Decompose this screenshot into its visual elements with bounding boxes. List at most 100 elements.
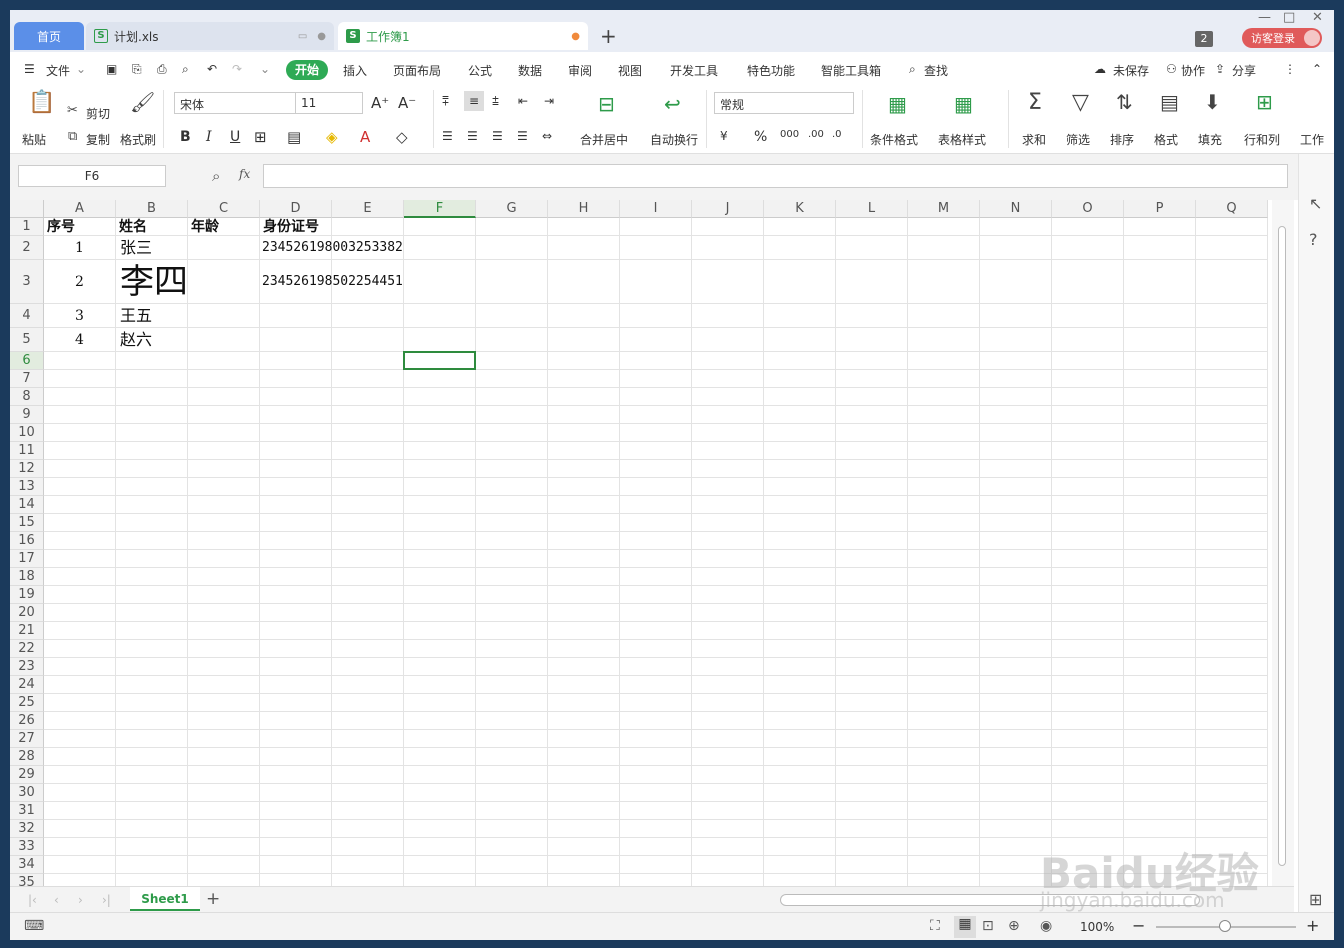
cell-b14[interactable] [116,496,188,514]
cell-q12[interactable] [1196,460,1268,478]
format-button[interactable]: 格式 [1154,131,1178,148]
cell-q2[interactable] [1196,236,1268,260]
cell-j10[interactable] [692,424,764,442]
cell-d33[interactable] [260,838,332,856]
menu-smart-toolbox[interactable]: 智能工具箱 [821,62,881,79]
cell-h6[interactable] [548,352,620,370]
cell-d9[interactable] [260,406,332,424]
cell-i17[interactable] [620,550,692,568]
distribute-icon[interactable]: ⇔ [542,129,552,143]
cell-f15[interactable] [404,514,476,532]
cell-i16[interactable] [620,532,692,550]
cell-b28[interactable] [116,748,188,766]
cell-h11[interactable] [548,442,620,460]
cell-e19[interactable] [332,586,404,604]
cell-b12[interactable] [116,460,188,478]
cell-j14[interactable] [692,496,764,514]
share-button[interactable]: 分享 [1232,62,1256,79]
cell-h20[interactable] [548,604,620,622]
menu-start[interactable]: 开始 [286,60,328,80]
cell-a2[interactable]: 1 [44,236,116,260]
cell-q5[interactable] [1196,328,1268,352]
cell-j19[interactable] [692,586,764,604]
cell-b5[interactable]: 赵六 [116,328,188,352]
cell-m33[interactable] [908,838,980,856]
cell-i19[interactable] [620,586,692,604]
cell-f1[interactable] [404,218,476,236]
cell-f10[interactable] [404,424,476,442]
align-center-icon[interactable]: ☰ [467,129,478,143]
cell-p8[interactable] [1124,388,1196,406]
cell-d19[interactable] [260,586,332,604]
cell-d4[interactable] [260,304,332,328]
cell-k19[interactable] [764,586,836,604]
cell-p22[interactable] [1124,640,1196,658]
cell-m16[interactable] [908,532,980,550]
cell-p12[interactable] [1124,460,1196,478]
cell-i5[interactable] [620,328,692,352]
cell-l34[interactable] [836,856,908,874]
cell-g11[interactable] [476,442,548,460]
column-header-p[interactable]: P [1124,200,1196,218]
row-header-32[interactable]: 32 [10,820,44,838]
cell-e8[interactable] [332,388,404,406]
cell-h5[interactable] [548,328,620,352]
percent-icon[interactable]: % [754,129,767,145]
cell-b10[interactable] [116,424,188,442]
cell-g18[interactable] [476,568,548,586]
cell-m29[interactable] [908,766,980,784]
increase-decimal-icon[interactable]: .00 [808,129,824,140]
cell-c33[interactable] [188,838,260,856]
cell-e11[interactable] [332,442,404,460]
cell-b26[interactable] [116,712,188,730]
cell-a7[interactable] [44,370,116,388]
row-header-13[interactable]: 13 [10,478,44,496]
zoom-formula-icon[interactable]: ⌕ [212,167,220,185]
cell-g20[interactable] [476,604,548,622]
sheet-prev-icon[interactable]: ‹ [54,893,59,907]
cell-n23[interactable] [980,658,1052,676]
cell-l8[interactable] [836,388,908,406]
cell-b24[interactable] [116,676,188,694]
cell-b27[interactable] [116,730,188,748]
cell-m1[interactable] [908,218,980,236]
cell-k5[interactable] [764,328,836,352]
cell-e15[interactable] [332,514,404,532]
cell-c15[interactable] [188,514,260,532]
cell-i11[interactable] [620,442,692,460]
sheet-tab-sheet1[interactable]: Sheet1 [130,887,200,911]
cell-c3[interactable] [188,260,260,304]
cell-e28[interactable] [332,748,404,766]
cell-a10[interactable] [44,424,116,442]
cell-c16[interactable] [188,532,260,550]
row-header-26[interactable]: 26 [10,712,44,730]
cell-a6[interactable] [44,352,116,370]
cell-i9[interactable] [620,406,692,424]
cell-f31[interactable] [404,802,476,820]
row-header-1[interactable]: 1 [10,218,44,236]
cell-l15[interactable] [836,514,908,532]
cell-a3[interactable]: 2 [44,260,116,304]
cell-i8[interactable] [620,388,692,406]
cell-g12[interactable] [476,460,548,478]
cell-p31[interactable] [1124,802,1196,820]
cell-n29[interactable] [980,766,1052,784]
cell-g6[interactable] [476,352,548,370]
zoom-slider-handle[interactable] [1219,920,1231,932]
cell-c26[interactable] [188,712,260,730]
cell-q19[interactable] [1196,586,1268,604]
cell-f21[interactable] [404,622,476,640]
zoom-level[interactable]: 100% [1080,920,1114,934]
column-header-j[interactable]: J [692,200,764,218]
conditional-format-icon[interactable]: ▦ [888,92,907,116]
cell-d16[interactable] [260,532,332,550]
cell-o5[interactable] [1052,328,1124,352]
column-header-d[interactable]: D [260,200,332,218]
cell-p9[interactable] [1124,406,1196,424]
cell-j13[interactable] [692,478,764,496]
cell-m26[interactable] [908,712,980,730]
menu-find[interactable]: 查找 [924,62,948,79]
cell-i20[interactable] [620,604,692,622]
cell-e21[interactable] [332,622,404,640]
cell-m31[interactable] [908,802,980,820]
